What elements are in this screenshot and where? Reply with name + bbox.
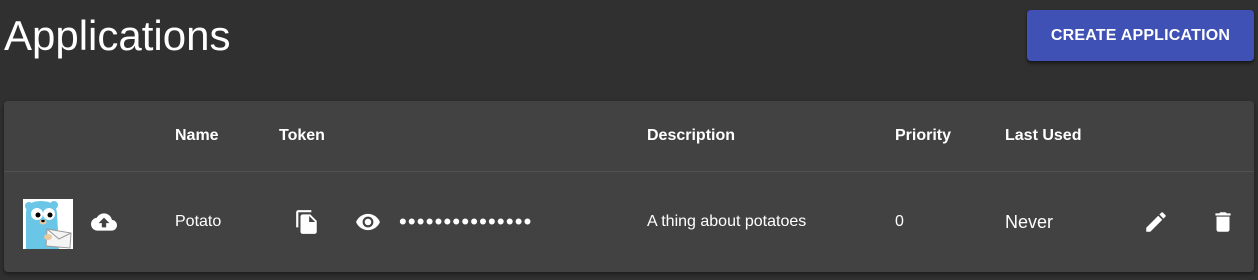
column-header-priority[interactable]: Priority [895, 101, 951, 171]
trash-icon[interactable] [1205, 204, 1241, 240]
application-description: A thing about potatoes [647, 213, 807, 230]
application-name: Potato [175, 213, 222, 230]
application-last-used: Never [1005, 212, 1054, 232]
create-application-button[interactable]: CREATE APPLICATION [1027, 10, 1254, 61]
cloud-upload-icon[interactable] [86, 204, 122, 240]
column-header-description[interactable]: Description [647, 101, 735, 171]
gopher-mascot-icon [23, 199, 73, 249]
token-value: ••••••••••••••• [399, 209, 533, 234]
eye-icon[interactable] [350, 204, 386, 240]
applications-table: Name Token Description Priority Last Use… [4, 101, 1254, 272]
table-row: Potato ••••••••••••••• A thing about pot… [4, 172, 1254, 272]
pencil-icon[interactable] [1138, 204, 1174, 240]
table-header-row: Name Token Description Priority Last Use… [4, 101, 1254, 172]
column-header-token[interactable]: Token [279, 101, 325, 171]
page-title: Applications [4, 12, 231, 59]
application-priority: 0 [895, 213, 904, 230]
column-header-last-used[interactable]: Last Used [1005, 101, 1081, 171]
copy-icon[interactable] [289, 204, 325, 240]
column-header-name[interactable]: Name [175, 101, 219, 171]
applications-page: Applications CREATE APPLICATION Name Tok… [0, 0, 1258, 280]
